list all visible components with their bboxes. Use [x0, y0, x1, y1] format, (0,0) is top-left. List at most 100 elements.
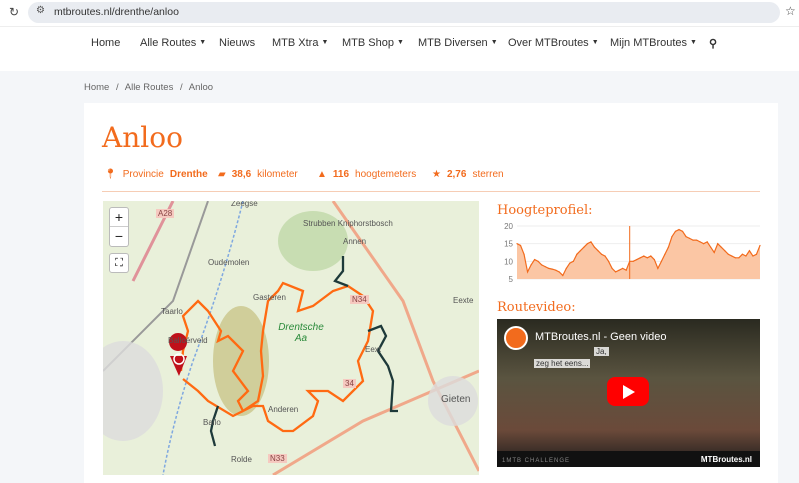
elevation-point	[657, 267, 659, 269]
elevation-point	[660, 260, 662, 262]
address-bar[interactable]: ⚙ mtbroutes.nl/drenthe/anloo	[28, 2, 780, 23]
elevation-point	[625, 269, 627, 271]
video-brand: MTBroutes.nl	[700, 455, 752, 464]
elevation-point	[530, 264, 532, 266]
elevation-point	[544, 266, 546, 268]
chevron-down-icon: ▼	[396, 39, 404, 46]
elevation-point	[555, 269, 557, 271]
elevation-point	[720, 246, 722, 248]
breadcrumb-alle-routes[interactable]: Alle Routes	[125, 82, 174, 93]
elevation-point	[646, 257, 648, 259]
elevation-point	[576, 253, 578, 255]
map-label: N34	[350, 295, 369, 304]
chevron-down-icon: ▼	[490, 39, 498, 46]
nav-item-mtb-diversen[interactable]: MTB Diversen ▼	[418, 37, 498, 49]
province-meta: 📍︎ Provincie Drenthe	[104, 169, 208, 180]
province-value[interactable]: Drenthe	[170, 169, 208, 180]
route-map[interactable]: Zeegse A28 Strubben Kniphorstbosch Annen Oud…	[103, 201, 479, 475]
caption-line-2: zeg het eens...	[534, 359, 591, 368]
elevation-point	[678, 228, 680, 231]
elevation-point	[558, 271, 560, 273]
elevation-point	[523, 253, 525, 255]
nav-item-mijn-mtbroutes[interactable]: Mijn MTBroutes ▼	[610, 37, 697, 49]
map-label: Ballo	[203, 418, 221, 427]
nav-label: MTB Shop	[342, 37, 394, 49]
elevation-point	[727, 253, 729, 255]
elevation-point	[755, 253, 758, 255]
elevation-point	[636, 258, 638, 261]
elevation-point	[667, 246, 670, 248]
nav-item-mtb-shop[interactable]: MTB Shop ▼	[342, 37, 404, 49]
site-settings-icon[interactable]: ⚙	[36, 5, 45, 16]
elevation-point	[572, 260, 574, 262]
elevation-point	[674, 230, 677, 232]
elevation-point	[548, 267, 550, 269]
rating-unit: sterren	[472, 169, 504, 180]
chevron-down-icon: ▼	[199, 39, 207, 46]
url-text[interactable]: mtbroutes.nl/drenthe/anloo	[54, 6, 179, 18]
elevation-point	[586, 243, 589, 245]
elevation-point	[551, 268, 553, 270]
elevation-point	[590, 241, 592, 243]
chevron-down-icon: ▼	[690, 39, 697, 46]
nav-item-nieuws[interactable]: Nieuws	[219, 37, 255, 49]
elevation-point	[703, 243, 705, 245]
search-icon[interactable]: ⚲	[709, 37, 717, 50]
elevation-point	[681, 230, 684, 232]
nav-item-mtb-xtra[interactable]: MTB Xtra ▼	[272, 37, 328, 49]
map-label: Gieten	[441, 394, 471, 405]
y-tick-label: 15	[504, 240, 513, 249]
nav-label: Over MTBroutes	[508, 37, 589, 49]
elevation-point	[713, 251, 715, 254]
map-label: Anderen	[268, 405, 299, 414]
elevation-point	[664, 253, 666, 255]
reload-icon[interactable]: ↻	[9, 5, 19, 19]
elevation-point	[526, 271, 529, 273]
nav-label: Nieuws	[219, 37, 256, 49]
elevation-value: 116	[332, 169, 350, 180]
elevation-point	[597, 250, 599, 252]
nav-label: MTB Xtra	[272, 37, 319, 49]
zoom-out-button[interactable]: −	[110, 227, 128, 246]
breadcrumb-home[interactable]: Home	[84, 82, 109, 93]
play-button[interactable]	[607, 377, 649, 406]
elevation-point	[671, 236, 673, 238]
video-title: Routevideo:	[497, 300, 576, 315]
elevation-point	[741, 253, 743, 255]
map-label: Oudemolen	[208, 258, 250, 267]
zoom-in-button[interactable]: +	[110, 208, 128, 227]
elevation-point	[696, 239, 698, 241]
elevation-point	[699, 241, 701, 243]
elevation-point	[710, 246, 712, 248]
nav-item-alle-routes[interactable]: Alle Routes ▼	[140, 37, 206, 49]
fullscreen-icon[interactable]: ⛶	[109, 253, 129, 273]
elevation-point	[692, 239, 694, 241]
map-label: Eext	[365, 345, 382, 354]
ruler-icon: ▰	[218, 169, 226, 180]
map-label: Annen	[343, 237, 367, 246]
bookmark-star-icon[interactable]: ☆	[785, 4, 796, 18]
video-title-text[interactable]: MTBroutes.nl - Geen video	[535, 331, 666, 343]
video-footer-text: 1MTB CHALLENGE	[502, 458, 571, 464]
divider	[102, 191, 760, 192]
nav-item-home[interactable]: Home	[91, 37, 120, 49]
elevation-point	[569, 262, 571, 264]
distance-value: 38,6	[231, 169, 252, 180]
nav-item-over-mtbroutes[interactable]: Over MTBroutes ▼	[508, 37, 599, 49]
elevation-point	[734, 257, 736, 259]
map-label: Rolde	[231, 455, 252, 464]
map-label: Drentsche Aa	[278, 322, 324, 344]
elevation-point	[565, 267, 567, 269]
channel-logo-icon[interactable]	[504, 326, 528, 350]
elevation-point	[519, 244, 522, 247]
elevation-point	[593, 246, 596, 248]
elevation-meta: ▲ 116 hoogtemeters	[317, 169, 416, 180]
elevation-point	[622, 267, 624, 269]
elevation-point	[738, 257, 740, 259]
elevation-chart[interactable]: 20 15 10 5	[494, 221, 764, 283]
map-label: Zeegse	[231, 201, 258, 208]
elevation-point	[604, 255, 606, 257]
elevation-point	[600, 253, 603, 255]
breadcrumb-current: Anloo	[188, 82, 214, 93]
video-player[interactable]: MTBroutes.nl - Geen video Ja, zeg het ee…	[497, 319, 760, 467]
